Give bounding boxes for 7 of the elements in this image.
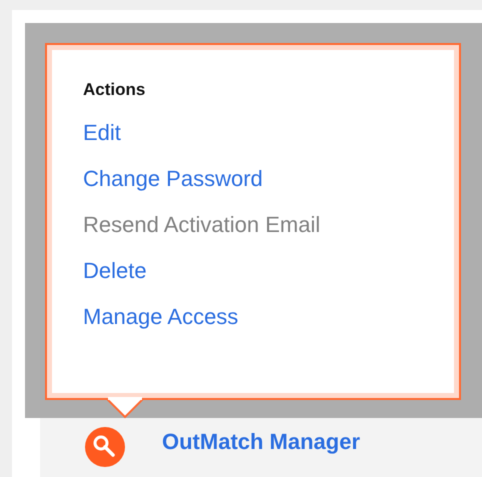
menu-item[interactable]: Change Password	[83, 162, 263, 194]
row-link[interactable]: OutMatch Manager	[162, 425, 360, 458]
menu-item[interactable]: Edit	[83, 116, 121, 148]
menu-item[interactable]: Manage Access	[83, 300, 238, 332]
menu-item[interactable]: Delete	[83, 254, 147, 286]
search-icon[interactable]	[85, 427, 125, 467]
popup-title: Actions	[83, 79, 146, 101]
